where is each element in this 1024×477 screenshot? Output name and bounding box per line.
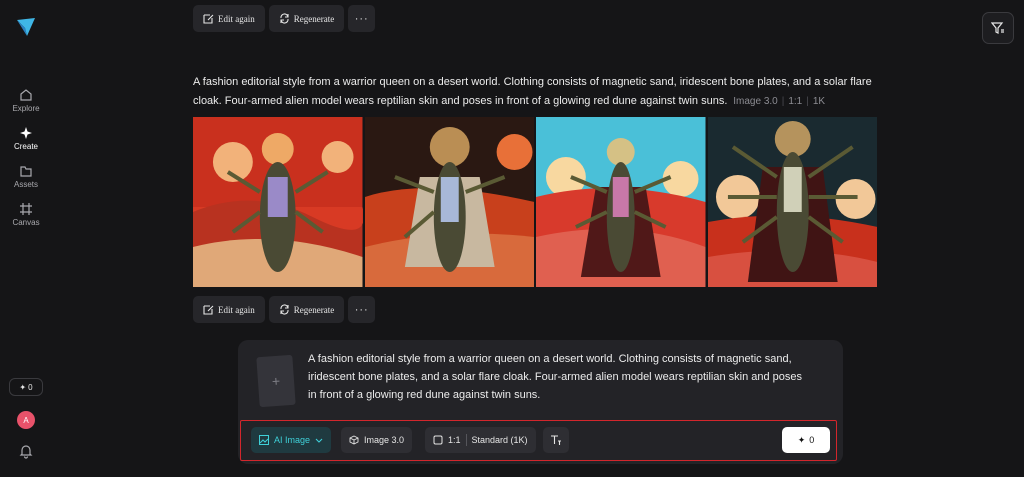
bell-icon[interactable] xyxy=(18,443,34,459)
quality-label: Standard (1K) xyxy=(471,435,528,445)
refresh-icon xyxy=(280,13,289,24)
prompt-composer: + A fashion editorial style from a warri… xyxy=(238,340,843,464)
sidebar-item-explore[interactable]: Explore xyxy=(0,88,52,113)
avatar[interactable]: A xyxy=(17,411,35,429)
sidebar: Explore Create Assets Canvas ✦ 0 A xyxy=(0,0,52,477)
generated-image-4[interactable] xyxy=(707,117,877,287)
add-reference-button[interactable]: + xyxy=(256,354,296,408)
credits-count: 0 xyxy=(28,382,33,392)
frame-icon xyxy=(20,203,32,215)
size-selector[interactable]: 1:1 Standard (1K) xyxy=(425,427,536,453)
edit-icon xyxy=(203,305,214,315)
regenerate-button[interactable]: Regenerate xyxy=(268,296,345,323)
result-meta: Image 3.0 | 1:1 | 1K xyxy=(733,96,826,107)
edit-again-label: Edit again xyxy=(218,304,255,315)
more-button[interactable]: ··· xyxy=(348,5,376,32)
sidebar-item-label: Assets xyxy=(13,180,38,189)
sidebar-item-label: Create xyxy=(13,142,38,151)
composer-toolbar: AI Image Image 3.0 1:1 Standard (1K) ✦ 0 xyxy=(240,420,837,461)
model-selector[interactable]: Image 3.0 xyxy=(341,427,413,453)
text-settings-button[interactable] xyxy=(543,427,569,453)
model-label: Image 3.0 xyxy=(364,435,405,445)
model-label: Image 3.0 xyxy=(733,96,778,107)
edit-again-button[interactable]: Edit again xyxy=(193,5,265,32)
prompt-input[interactable]: A fashion editorial style from a warrior… xyxy=(308,350,808,404)
filter-button[interactable] xyxy=(982,12,1014,44)
generated-image-2[interactable] xyxy=(364,117,534,287)
action-row-bottom: Edit again Regenerate ··· xyxy=(193,296,376,323)
folder-icon xyxy=(20,166,32,177)
regenerate-label: Regenerate xyxy=(293,13,335,24)
sidebar-item-label: Canvas xyxy=(12,218,40,227)
ratio-label: 1:1 xyxy=(788,96,803,107)
home-icon xyxy=(20,89,32,101)
ratio-label: 1:1 xyxy=(448,435,461,445)
sidebar-item-label: Explore xyxy=(12,104,40,113)
generated-image-3[interactable] xyxy=(536,117,706,287)
credits-badge[interactable]: ✦ 0 xyxy=(9,378,43,396)
result-images xyxy=(193,117,877,287)
action-row-top: Edit again Regenerate ··· xyxy=(193,5,376,32)
square-icon xyxy=(433,435,443,445)
result-prompt: A fashion editorial style from a warrior… xyxy=(193,73,883,111)
sidebar-item-canvas[interactable]: Canvas xyxy=(0,202,52,227)
image-icon xyxy=(259,435,269,445)
regenerate-button[interactable]: Regenerate xyxy=(268,5,345,32)
sparkle-icon: ✦ xyxy=(19,382,27,392)
more-button[interactable]: ··· xyxy=(348,296,376,323)
edit-again-button[interactable]: Edit again xyxy=(193,296,265,323)
filter-icon xyxy=(991,22,1004,34)
text-icon xyxy=(551,435,561,445)
sidebar-item-assets[interactable]: Assets xyxy=(0,164,52,189)
mode-label: AI Image xyxy=(274,435,311,445)
generate-credits: 0 xyxy=(809,435,815,445)
sparkle-icon xyxy=(20,127,32,139)
cube-icon xyxy=(349,435,359,445)
chevron-down-icon xyxy=(315,438,323,443)
divider xyxy=(465,434,467,446)
logo-icon[interactable] xyxy=(15,16,37,38)
mode-dropdown[interactable]: AI Image xyxy=(251,427,332,453)
refresh-icon xyxy=(280,304,289,315)
sparkle-icon: ✦ xyxy=(797,434,806,445)
sidebar-item-create[interactable]: Create xyxy=(0,126,52,151)
resolution-label: 1K xyxy=(812,96,826,107)
edit-icon xyxy=(203,14,214,24)
regenerate-label: Regenerate xyxy=(293,304,335,315)
generated-image-1[interactable] xyxy=(193,117,363,287)
generate-button[interactable]: ✦ 0 xyxy=(782,427,830,453)
edit-again-label: Edit again xyxy=(218,13,255,24)
